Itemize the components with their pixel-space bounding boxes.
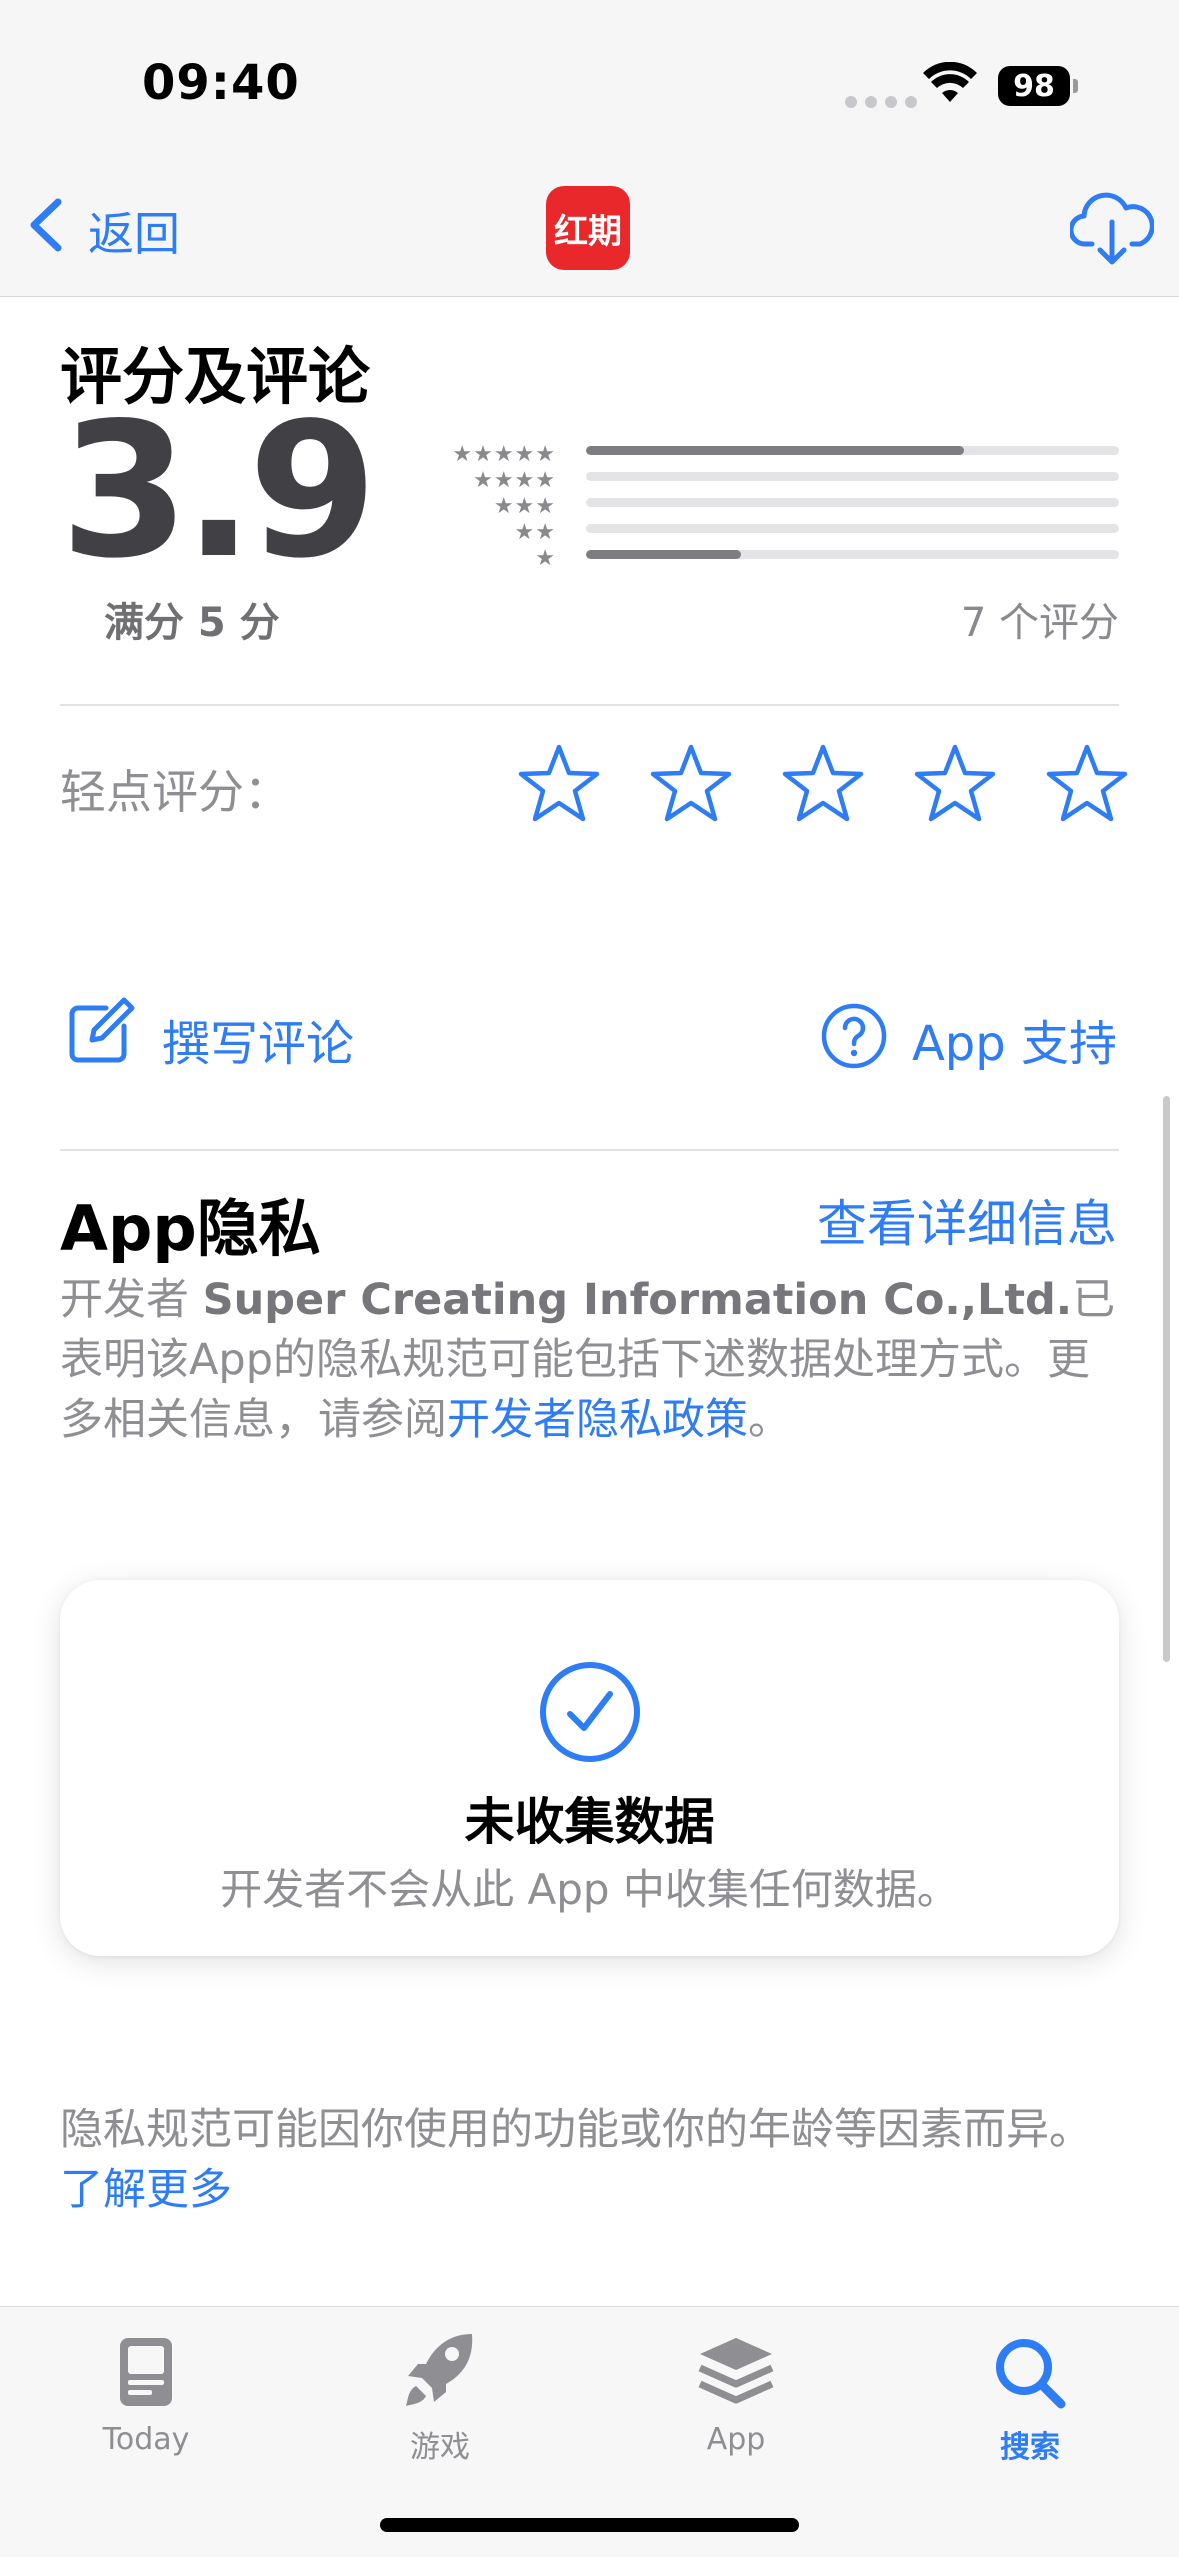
star-levels: ★★★★★ ★★★★ ★★★ ★★ ★ bbox=[430, 442, 556, 572]
rate-star-4-icon[interactable] bbox=[904, 742, 1006, 824]
rate-star-2-icon[interactable] bbox=[640, 742, 742, 824]
help-circle-icon[interactable] bbox=[820, 1002, 888, 1074]
write-review-icon[interactable] bbox=[66, 996, 136, 1070]
rate-star-1-icon[interactable] bbox=[508, 742, 610, 824]
tab-search[interactable]: 搜索 bbox=[930, 2320, 1130, 2466]
rating-count: 7 个评分 bbox=[960, 600, 1119, 646]
tab-label: Today bbox=[102, 2422, 190, 2457]
cloud-download-icon[interactable] bbox=[1068, 188, 1155, 272]
tap-to-rate-stars bbox=[508, 742, 1138, 824]
privacy-footer-text: 隐私规范可能因你使用的功能或你的年龄等因素而异。 bbox=[60, 2105, 1092, 2155]
cellular-signal-icon bbox=[845, 96, 917, 108]
rating-bar-fill bbox=[586, 446, 965, 455]
privacy-title: App隐私 bbox=[60, 1192, 321, 1265]
no-data-collected-title: 未收集数据 bbox=[464, 1793, 715, 1851]
average-rating: 3.9 bbox=[60, 382, 377, 599]
rate-star-3-icon[interactable] bbox=[772, 742, 874, 824]
apps-stack-icon bbox=[696, 2320, 776, 2410]
privacy-description: 开发者 Super Creating Information Co.,Ltd.已… bbox=[60, 1270, 1120, 1450]
rating-out-of: 满分 5 分 bbox=[104, 600, 280, 646]
rocket-icon bbox=[402, 2320, 478, 2410]
privacy-desc-end: 。 bbox=[748, 1395, 791, 1445]
tab-label: App bbox=[706, 2422, 766, 2457]
divider bbox=[60, 704, 1119, 706]
rating-bar-2 bbox=[586, 524, 1119, 533]
rating-distribution bbox=[586, 446, 1119, 576]
no-data-collected-subtitle: 开发者不会从此 App 中收集任何数据。 bbox=[220, 1865, 959, 1914]
battery-cap bbox=[1073, 79, 1078, 93]
star-level-5: ★★★★★ bbox=[452, 442, 556, 467]
app-support-button[interactable]: App 支持 bbox=[912, 1004, 1117, 1074]
wifi-icon bbox=[922, 61, 978, 108]
home-indicator bbox=[380, 2518, 799, 2532]
divider bbox=[60, 1149, 1119, 1151]
star-level-1: ★ bbox=[535, 546, 556, 571]
back-chevron-icon[interactable] bbox=[24, 196, 68, 258]
tab-today[interactable]: Today bbox=[46, 2320, 246, 2457]
checkmark-circle-icon bbox=[538, 1660, 642, 1768]
rating-bar-4 bbox=[586, 472, 1119, 481]
rating-bar-3 bbox=[586, 498, 1119, 507]
navigation-divider bbox=[0, 296, 1179, 297]
today-icon bbox=[116, 2320, 176, 2410]
scrollbar[interactable] bbox=[1163, 1096, 1170, 1662]
privacy-details-link[interactable]: 查看详细信息 bbox=[817, 1184, 1117, 1256]
rating-bar-5 bbox=[586, 446, 1119, 455]
tab-label: 搜索 bbox=[1000, 2430, 1060, 2465]
battery-icon: 98 bbox=[998, 66, 1070, 106]
tab-label: 游戏 bbox=[410, 2430, 470, 2465]
rating-bar-1 bbox=[586, 550, 1119, 559]
learn-more-link[interactable]: 了解更多 bbox=[60, 2165, 232, 2215]
rate-star-5-icon[interactable] bbox=[1036, 742, 1138, 824]
tab-games[interactable]: 游戏 bbox=[340, 2320, 540, 2466]
app-icon: 红期 bbox=[546, 186, 630, 270]
star-level-4: ★★★★ bbox=[473, 468, 556, 493]
write-review-button[interactable]: 撰写评论 bbox=[162, 1004, 354, 1074]
tap-to-rate-label: 轻点评分： bbox=[60, 765, 290, 819]
star-level-2: ★★ bbox=[514, 520, 556, 545]
status-time: 09:40 bbox=[142, 55, 300, 111]
back-button[interactable]: 返回 bbox=[88, 198, 180, 264]
privacy-footer-note: 隐私规范可能因你使用的功能或你的年龄等因素而异。了解更多 bbox=[60, 2100, 1120, 2220]
privacy-policy-link[interactable]: 开发者隐私政策 bbox=[447, 1395, 748, 1445]
tab-apps[interactable]: App bbox=[636, 2320, 836, 2457]
star-level-3: ★★★ bbox=[493, 494, 556, 519]
developer-name: Super Creating Information Co.,Ltd. bbox=[202, 1275, 1073, 1325]
rating-bar-fill bbox=[586, 550, 741, 559]
search-icon bbox=[993, 2320, 1067, 2410]
privacy-desc-prefix: 开发者 bbox=[60, 1275, 203, 1325]
